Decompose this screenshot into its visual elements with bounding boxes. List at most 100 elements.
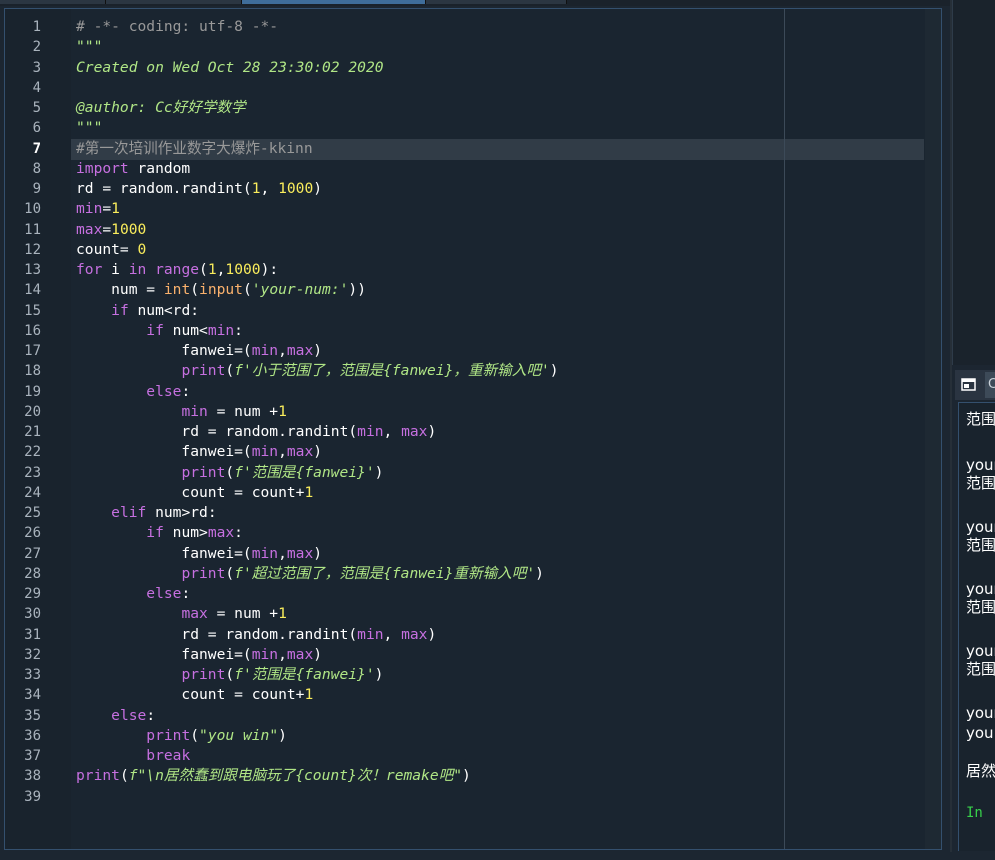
vertical-scrollbar[interactable] [925, 9, 941, 849]
line-number: 32 [24, 646, 41, 663]
code-line[interactable]: print(f'小于范围了，范围是{fanwei}，重新输入吧') [76, 361, 558, 381]
code-token: 1 [304, 686, 314, 704]
code-line[interactable]: max=1000 [76, 220, 146, 240]
editor-tab[interactable] [106, 0, 242, 4]
code-line[interactable]: """ [76, 118, 102, 138]
line-number: 1 [32, 19, 41, 35]
code-line[interactable]: min=1 [76, 199, 120, 219]
code-line[interactable]: break [76, 746, 190, 766]
code-line[interactable]: print(f'范围是{fanwei}') [76, 665, 383, 685]
line-number: 18 [24, 363, 41, 380]
code-token: #第一次培训作业数字大爆炸-kkinn [76, 139, 313, 157]
code-area[interactable]: # -*- coding: utf-8 -*- """ Created on Wed… [71, 9, 925, 849]
code-token: min [207, 321, 235, 339]
line-number: 38 [24, 768, 41, 785]
code-token: = num + [207, 605, 279, 623]
code-line[interactable]: min = num +1 [76, 402, 286, 422]
code-token: "you win" [199, 726, 279, 744]
line-number: 34 [24, 687, 41, 704]
code-line[interactable]: """ [76, 37, 102, 57]
code-token: ) [535, 564, 544, 582]
code-line[interactable]: else: [76, 382, 190, 402]
code-line[interactable]: print(f'超过范围了，范围是{fanwei}重新输入吧') [76, 564, 544, 584]
code-line[interactable]: num = int(input('your-num:')) [76, 280, 366, 300]
code-token: fanwei=( [76, 342, 252, 359]
code-line[interactable]: # -*- coding: utf-8 -*- [76, 17, 278, 37]
code-token: 1000 [278, 180, 314, 197]
code-editor[interactable]: 1 2 3 4 5 6 7 8 9 10 11 12 13 14 15 16 17 18 19 20 21 22 23 24 2… [4, 8, 942, 850]
code-line[interactable]: rd = random.randint(min, max) [76, 422, 436, 442]
code-line[interactable]: import random [76, 159, 190, 179]
code-line[interactable]: fanwei=(min,max) [76, 544, 322, 564]
code-line[interactable]: Created on Wed Oct 28 23:30:02 2020 [76, 58, 384, 78]
code-token: : [181, 382, 191, 400]
line-number: 11 [24, 221, 41, 238]
code-token: max [76, 220, 103, 238]
editor-tab[interactable] [0, 0, 106, 4]
code-line[interactable]: max = num +1 [76, 604, 287, 624]
code-token: max [286, 544, 314, 562]
code-line[interactable]: else: [76, 584, 190, 604]
code-token: max [181, 605, 208, 623]
code-line[interactable]: print("you win") [76, 726, 287, 746]
code-line[interactable]: if num<rd: [76, 301, 199, 321]
console-tab[interactable]: C [985, 372, 995, 398]
code-token: i [102, 261, 129, 278]
line-number: 26 [24, 525, 41, 542]
code-line[interactable]: print(f'范围是{fanwei}') [76, 463, 383, 483]
code-token: Created on Wed Oct 28 23:30:02 2020 [76, 58, 384, 76]
code-line[interactable]: else: [76, 706, 155, 726]
window-icon[interactable] [961, 377, 976, 392]
code-token: elif [111, 504, 147, 521]
code-token: import [76, 159, 129, 177]
line-number: 14 [24, 282, 41, 299]
code-token: print [181, 362, 226, 380]
line-number: 39 [24, 788, 41, 805]
code-line[interactable]: fanwei=(min,max) [76, 341, 322, 361]
code-line[interactable]: #第一次培训作业数字大爆炸-kkinn [76, 139, 313, 159]
code-token: print [181, 564, 226, 582]
code-token: ( [225, 463, 235, 481]
code-token: ( [119, 767, 129, 785]
code-token: : [234, 321, 243, 339]
code-token: min [251, 443, 279, 461]
code-token: ( [225, 564, 235, 582]
code-token: f"\n居然蠢到跟电脑玩了{count}次！remake吧" [128, 767, 463, 785]
code-line[interactable]: rd = random.randint(1, 1000) [76, 179, 322, 199]
code-line[interactable]: rd = random.randint(min, max) [76, 625, 436, 645]
console-output-line: 居然 [966, 762, 995, 780]
code-token: if [111, 301, 129, 319]
editor-tab-active[interactable] [242, 0, 426, 4]
status-strip [0, 852, 995, 860]
editor-tab-bar [0, 0, 950, 6]
code-token: rd = random.randint( [76, 423, 358, 440]
code-line[interactable]: fanwei=(min,max) [76, 645, 322, 665]
code-token: ) [374, 666, 384, 683]
code-token: num>rd: [146, 504, 217, 521]
code-line[interactable]: elif num>rd: [76, 503, 217, 523]
line-number: 4 [32, 79, 41, 96]
ipython-console[interactable]: 范围your范围your范围your范围your范围youryou居然In [958, 402, 995, 851]
code-line[interactable]: @author: Cc好好学数学 [76, 98, 246, 118]
code-line[interactable]: fanwei=(min,max) [76, 442, 322, 462]
code-line[interactable]: count = count+1 [76, 685, 313, 705]
line-number: 36 [24, 727, 41, 744]
code-line[interactable]: count= 0 [76, 240, 146, 260]
editor-tab[interactable] [426, 0, 567, 4]
code-line[interactable]: if num<min: [76, 321, 243, 341]
code-line[interactable]: print(f"\n居然蠢到跟电脑玩了{count}次！remake吧") [76, 766, 471, 786]
line-number: 6 [32, 120, 41, 137]
line-number: 2 [32, 39, 41, 56]
console-output-line: your [966, 518, 995, 536]
code-line[interactable]: for i in range(1,1000): [76, 260, 278, 280]
code-token: , [278, 645, 287, 663]
code-token: # -*- coding: utf-8 -*- [76, 18, 279, 35]
code-line[interactable]: if num>max: [76, 523, 243, 543]
code-token: num<rd: [128, 301, 200, 319]
code-line[interactable]: count = count+1 [76, 483, 313, 503]
code-token: 1 [278, 605, 287, 623]
code-token: 'your-num:' [251, 281, 349, 299]
